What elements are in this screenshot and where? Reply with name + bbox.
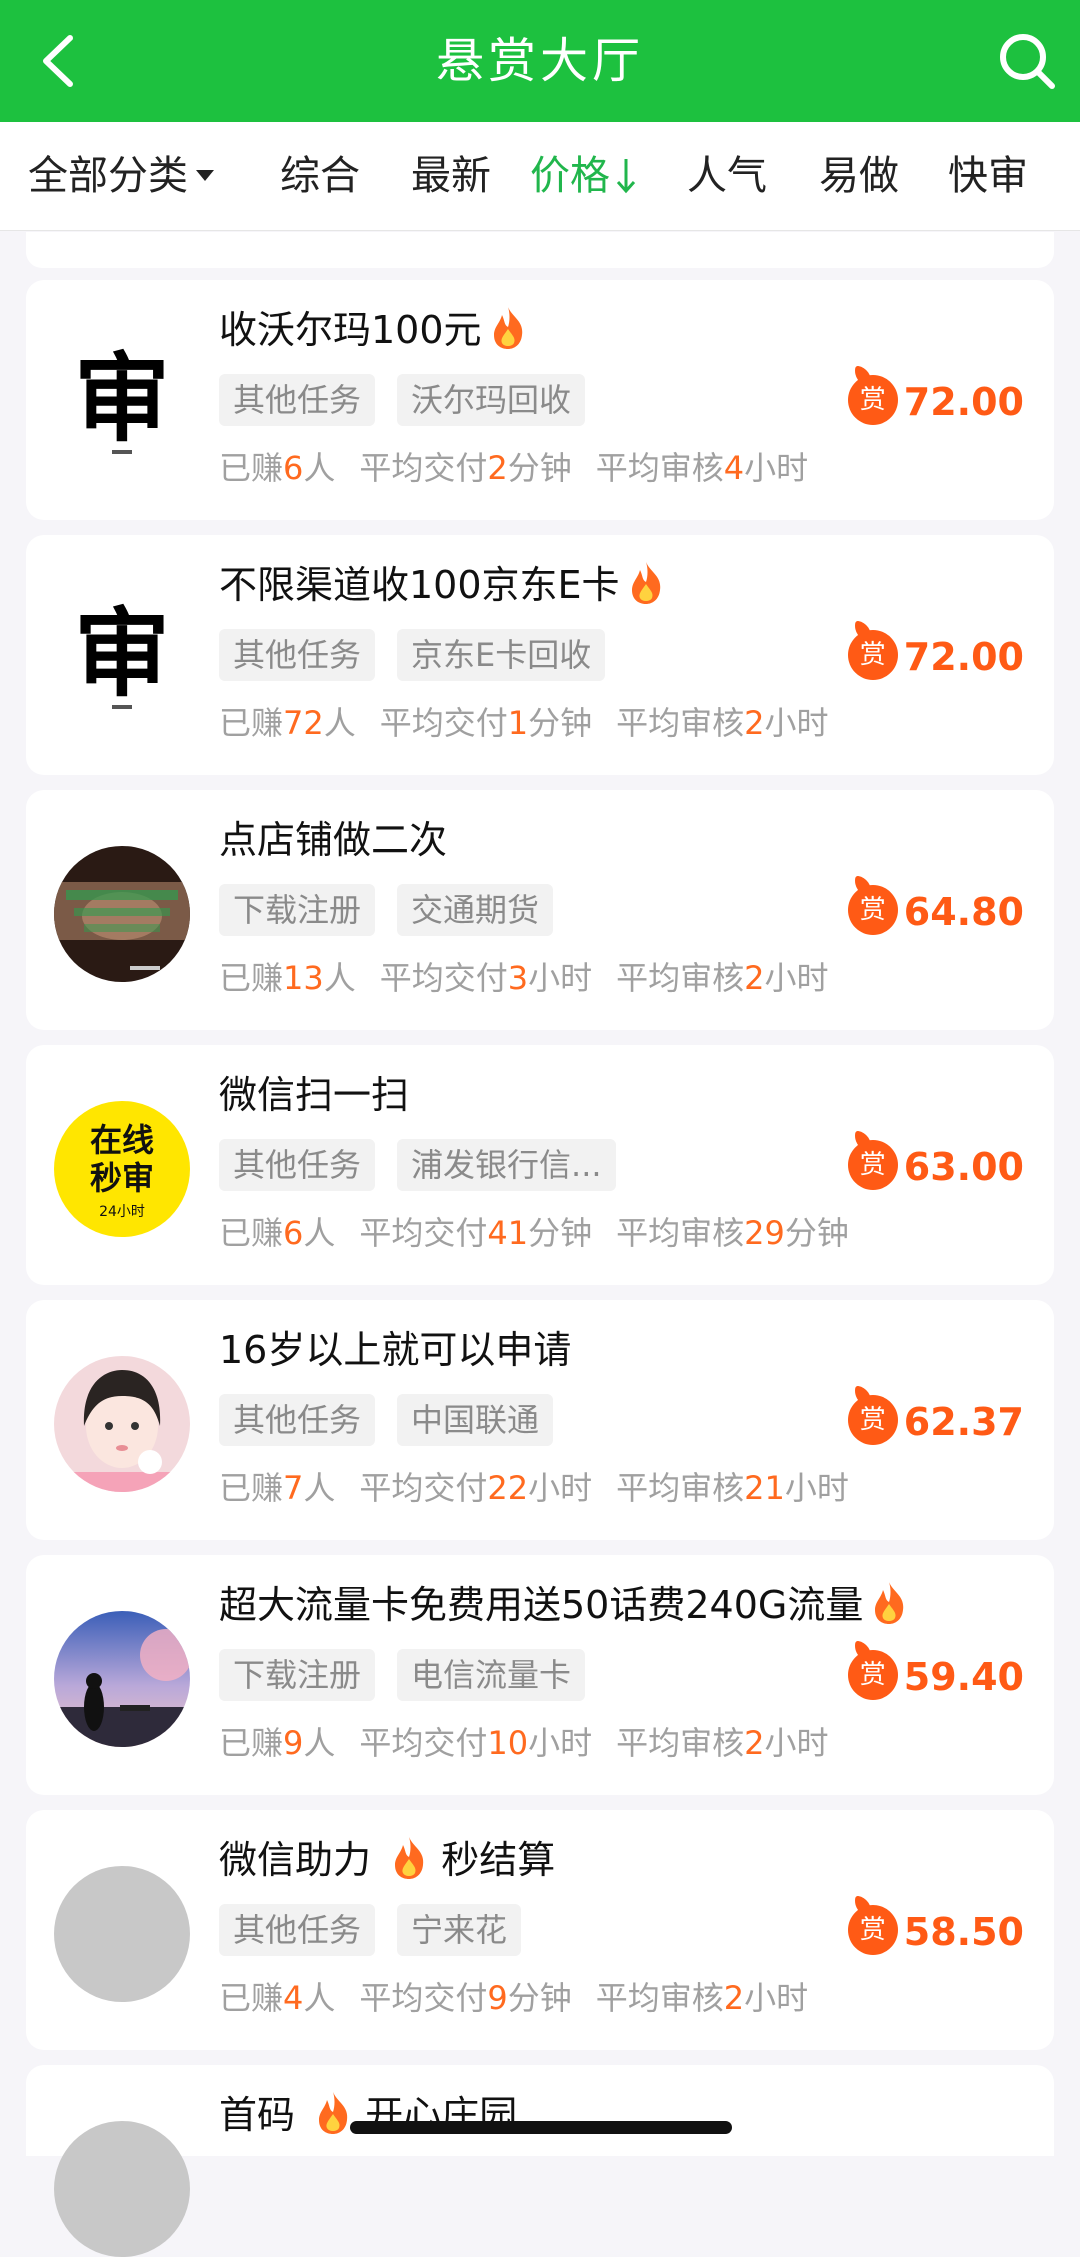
task-card[interactable]: 审 收沃尔玛100元 其他任务 沃尔玛回收 已赚6人 平均交付2分钟 平均审核4小时 …: [26, 280, 1054, 520]
task-title: 微信扫一扫: [219, 1073, 410, 1117]
reward-price: 赏 72.00: [847, 629, 1024, 685]
task-stats: 已赚72人 平均交付1分钟 平均审核2小时: [219, 704, 829, 742]
task-stats: 已赚6人 平均交付41分钟 平均审核29分钟: [219, 1214, 849, 1252]
reward-badge-icon: 赏: [847, 1905, 898, 1955]
filter-tab-price-label: 价格: [530, 153, 610, 199]
avatar-text-line: 秒审: [89, 1159, 154, 1197]
photo-avatar-icon: [54, 1611, 190, 1747]
tag-row: 下载注册 交通期货: [219, 884, 575, 936]
task-title: 超大流量卡免费用送50话费240G流量: [219, 1579, 909, 1631]
task-tag: 中国联通: [397, 1394, 554, 1446]
fire-icon: [875, 1582, 904, 1624]
reward-badge-icon: 赏: [847, 375, 898, 425]
task-tag: 其他任务: [219, 1904, 376, 1956]
task-stats: 已赚13人 平均交付3小时 平均审核2小时: [219, 959, 829, 997]
task-card[interactable]: 在线 秒审 24小时 微信扫一扫 其他任务 浦发银行信... 已赚6人 平均交付41…: [26, 1045, 1054, 1285]
task-tag: 交通期货: [397, 884, 554, 936]
task-tag: 下载注册: [219, 884, 376, 936]
task-tag: 沃尔玛回收: [397, 374, 586, 426]
avatar: 在线 秒审 24小时: [54, 1101, 190, 1237]
avatar: [54, 2121, 190, 2257]
page-title: 悬赏大厅: [435, 33, 644, 89]
task-tag: 下载注册: [219, 1649, 376, 1701]
photo-avatar-icon: [54, 846, 190, 982]
task-tag: 其他任务: [219, 1139, 376, 1191]
filter-tab-price[interactable]: 价格: [530, 148, 638, 204]
filter-bar: 全部分类 综合 最新 价格 人气 易做 快审: [0, 122, 1080, 231]
avatar: 审: [54, 591, 190, 727]
task-stats: 已赚9人 平均交付10小时 平均审核2小时: [219, 1724, 829, 1762]
sort-down-arrow-icon: [616, 159, 636, 194]
filter-tab-newest[interactable]: 最新: [411, 148, 491, 204]
reward-price: 赏 58.50: [847, 1904, 1024, 1960]
tag-row: 其他任务 浦发银行信...: [219, 1139, 638, 1191]
reward-price: 赏 64.80: [847, 884, 1024, 940]
task-tag: 电信流量卡: [397, 1649, 586, 1701]
caret-down-icon: [196, 169, 214, 181]
task-card[interactable]: 微信助力 秒结算 其他任务 宁来花 已赚4人 平均交付9分钟 平均审核2小时 赏 58.…: [26, 1810, 1054, 2050]
task-card[interactable]: 首码 开心庄园: [26, 2065, 1054, 2257]
task-card[interactable]: 审 不限渠道收100京东E卡 其他任务 京东E卡回收 已赚72人 平均交付1分钟 平均…: [26, 535, 1054, 775]
avatar-text-line: 24小时: [99, 1204, 145, 1220]
reward-badge-icon: 赏: [847, 885, 898, 935]
task-card[interactable]: 16岁以上就可以申请 其他任务 中国联通 已赚7人 平均交付22小时 平均审核21小时…: [26, 1300, 1054, 1540]
tag-row: 其他任务 京东E卡回收: [219, 629, 627, 681]
tag-row: 其他任务 宁来花: [219, 1904, 543, 1956]
svg-text:审: 审: [74, 342, 170, 455]
task-card[interactable]: 超大流量卡免费用送50话费240G流量 下载注册 电信流量卡 已赚9人 平均交付10…: [26, 1555, 1054, 1795]
reward-badge-icon: 赏: [847, 1140, 898, 1190]
avatar: [54, 846, 190, 982]
task-title: 16岁以上就可以申请: [219, 1328, 572, 1372]
reward-badge-icon: 赏: [847, 630, 898, 680]
tag-row: 下载注册 电信流量卡: [219, 1649, 607, 1701]
task-tag: 其他任务: [219, 374, 376, 426]
filter-tab-easy[interactable]: 易做: [819, 148, 899, 204]
fire-icon: [395, 1837, 424, 1879]
task-tag: 其他任务: [219, 629, 376, 681]
task-stats: 已赚6人 平均交付2分钟 平均审核4小时: [219, 449, 809, 487]
top-bar: 悬赏大厅: [0, 0, 1080, 122]
filter-tab-fast-review[interactable]: 快审: [948, 148, 1028, 204]
fire-icon: [631, 562, 660, 604]
avatar: [54, 1866, 190, 2002]
task-tag: 浦发银行信...: [397, 1139, 616, 1191]
task-stats: 已赚7人 平均交付22小时 平均审核21小时: [219, 1469, 849, 1507]
avatar-text-line: 在线: [89, 1121, 154, 1159]
filter-tab-popular[interactable]: 人气: [687, 148, 767, 204]
reward-price: 赏 63.00: [847, 1139, 1024, 1195]
category-label: 全部分类: [28, 153, 188, 199]
fire-icon: [493, 307, 522, 349]
tag-row: 其他任务 中国联通: [219, 1394, 575, 1446]
reward-badge-icon: 赏: [847, 1650, 898, 1700]
calligraphy-avatar-icon: 审: [74, 597, 170, 710]
task-title: 收沃尔玛100元: [219, 304, 528, 356]
search-icon[interactable]: [992, 26, 1062, 96]
task-card[interactable]: 点店铺做二次 下载注册 交通期货 已赚13人 平均交付3小时 平均审核2小时 赏 64.…: [26, 790, 1054, 1030]
filter-tab-comprehensive[interactable]: 综合: [280, 148, 360, 204]
photo-avatar-icon: [54, 1356, 190, 1492]
task-title: 不限渠道收100京东E卡: [219, 559, 666, 611]
avatar: [54, 1611, 190, 1747]
avatar: [54, 1356, 190, 1492]
tag-row: 其他任务 沃尔玛回收: [219, 374, 607, 426]
reward-badge-icon: 赏: [847, 1395, 898, 1445]
task-stats: 已赚4人 平均交付9分钟 平均审核2小时: [219, 1979, 809, 2017]
fire-icon: [319, 2092, 348, 2134]
reward-price: 赏 72.00: [847, 374, 1024, 430]
task-tag: 其他任务: [219, 1394, 376, 1446]
task-title: 微信助力 秒结算: [219, 1834, 555, 1886]
task-title: 点店铺做二次: [219, 818, 448, 862]
svg-text:审: 审: [74, 597, 170, 710]
task-tag: 宁来花: [397, 1904, 522, 1956]
calligraphy-avatar-icon: 审: [74, 342, 170, 455]
reward-price: 赏 62.37: [847, 1394, 1024, 1450]
task-tag: 京东E卡回收: [397, 629, 606, 681]
category-dropdown[interactable]: 全部分类: [28, 148, 214, 204]
avatar: 审: [54, 336, 190, 472]
home-indicator[interactable]: [350, 2121, 732, 2134]
previous-card-edge: [26, 232, 1054, 268]
reward-price: 赏 59.40: [847, 1649, 1024, 1705]
